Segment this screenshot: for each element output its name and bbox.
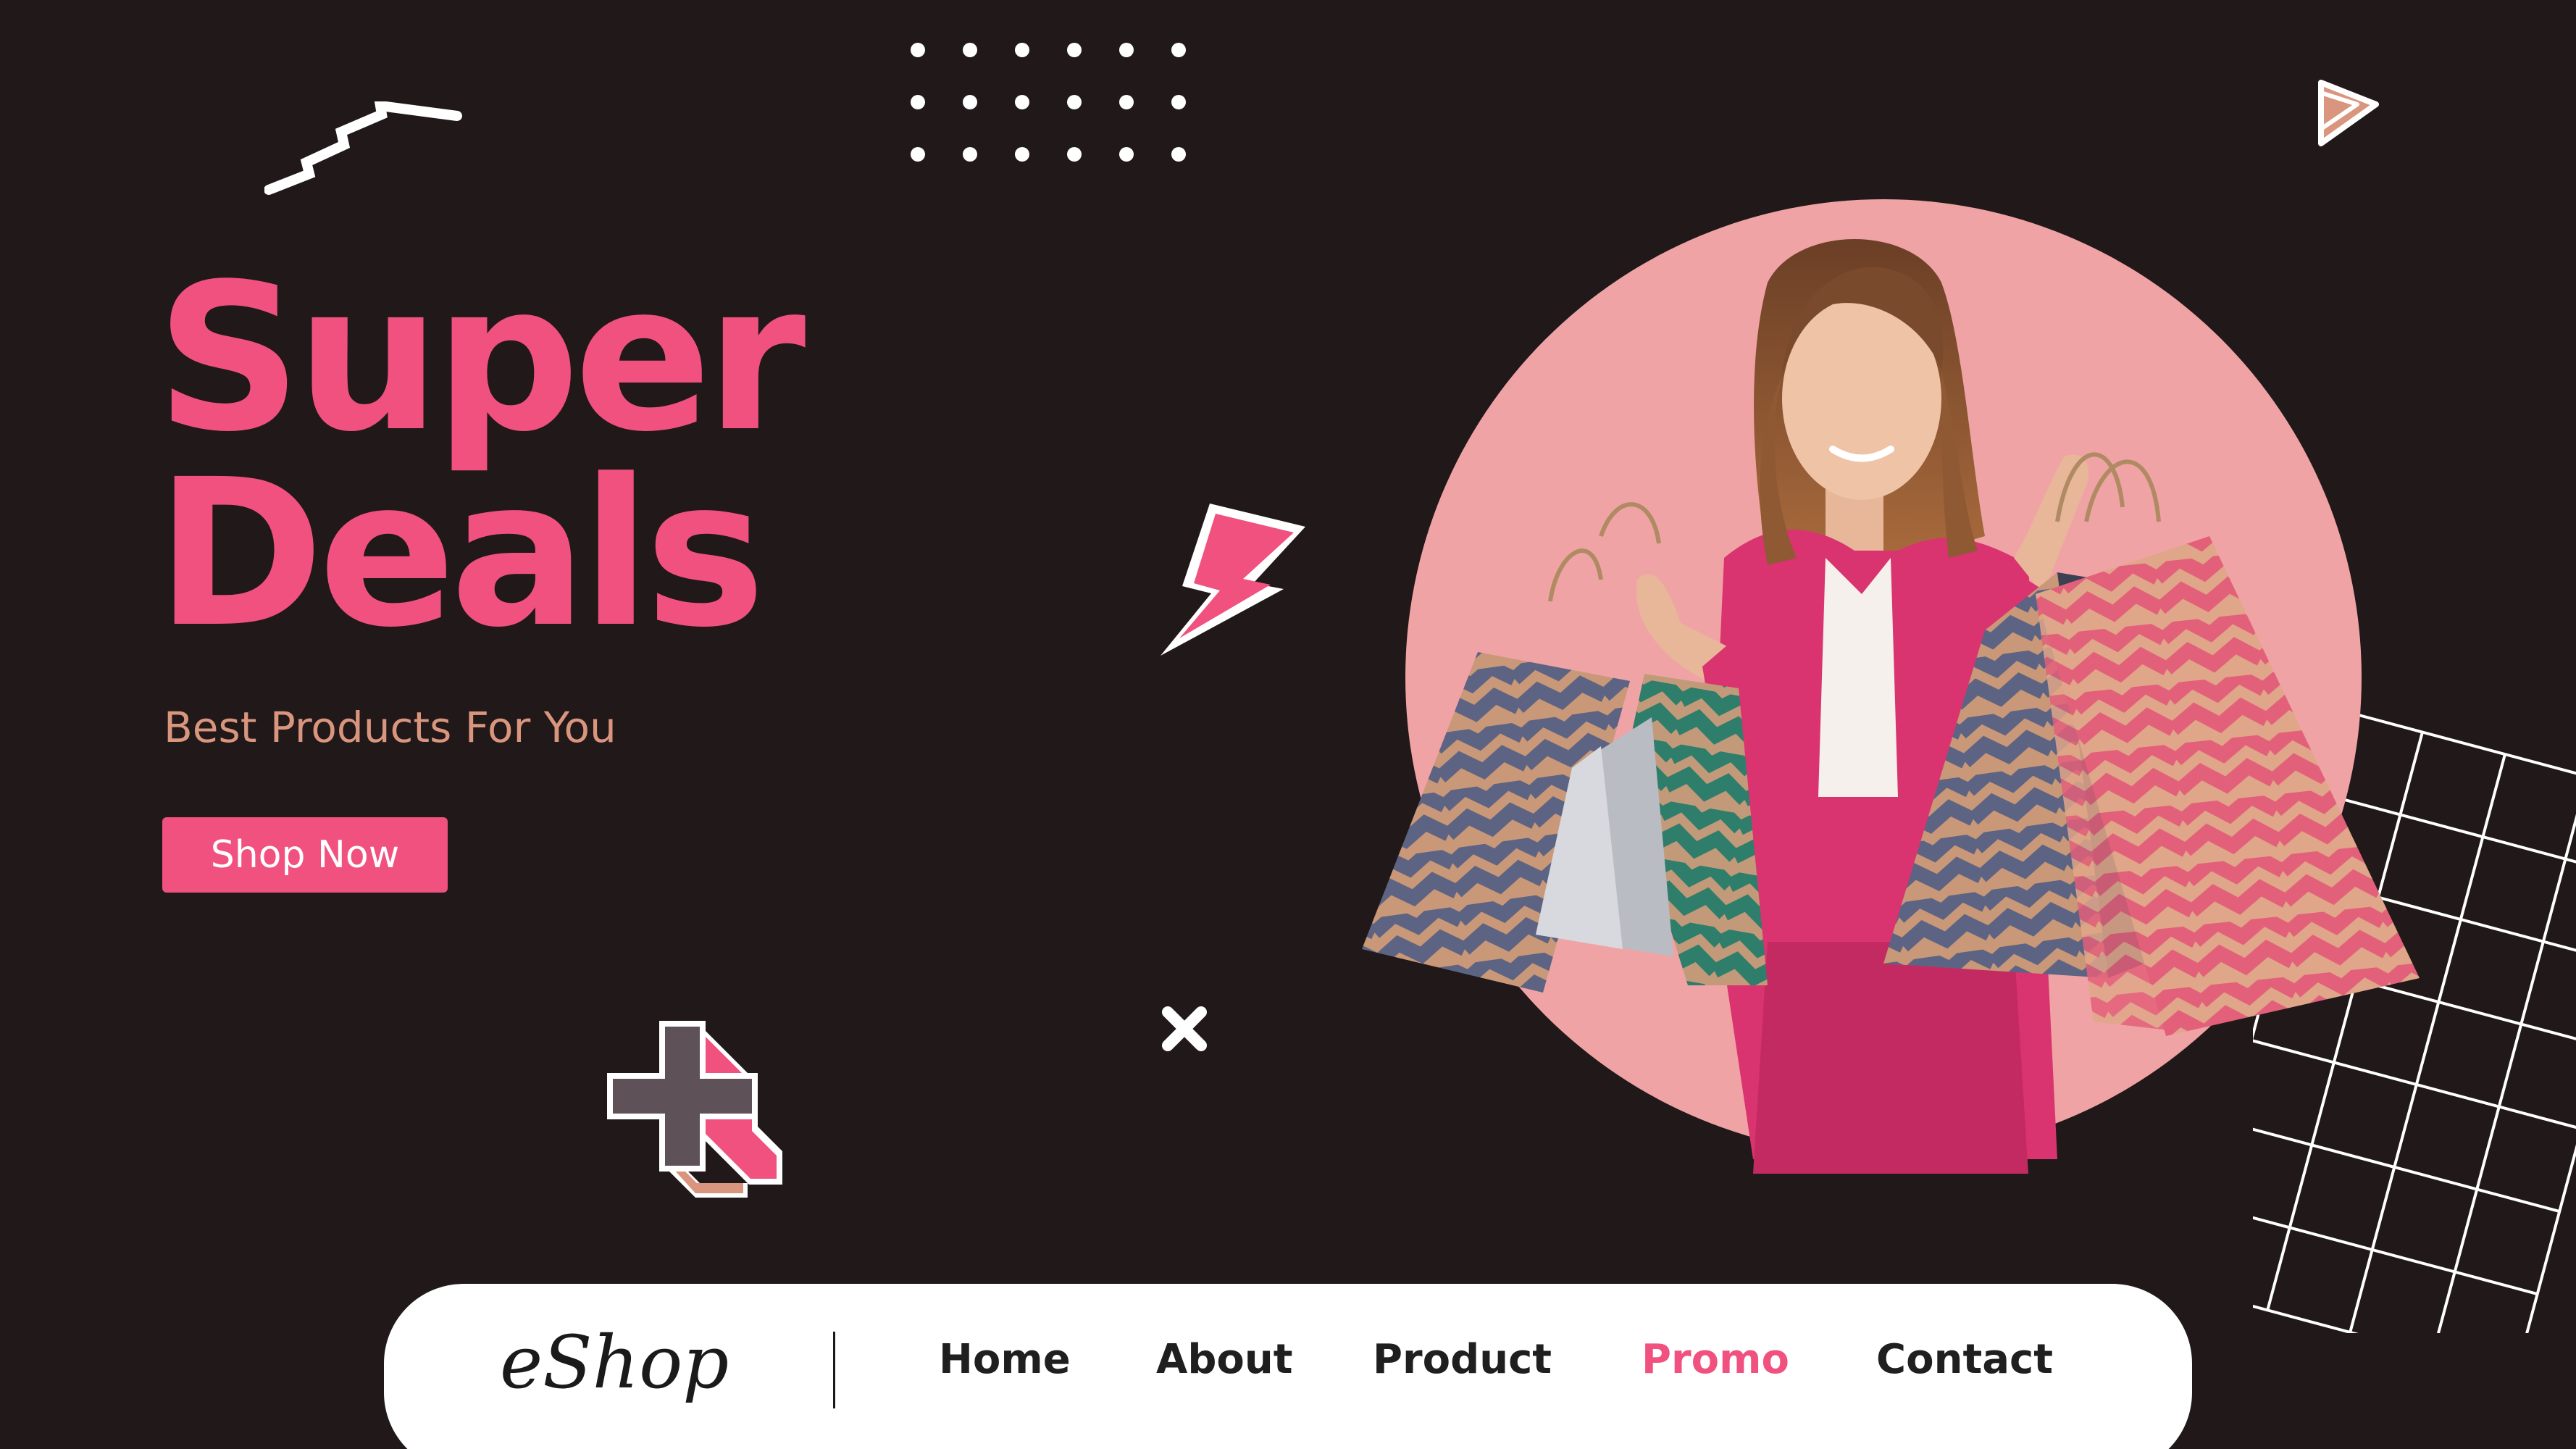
navbar: eShop Home About Product Promo Contact xyxy=(384,1284,2192,1449)
nav-item-product[interactable]: Product xyxy=(1373,1336,1552,1383)
grid-line xyxy=(2514,798,2576,1333)
woman-with-shopping-bags-image xyxy=(1362,239,2420,1174)
dot xyxy=(911,43,925,57)
dot xyxy=(1067,147,1082,162)
hero-title-line2: Deals xyxy=(156,436,766,672)
dot xyxy=(1015,43,1029,57)
nav-divider xyxy=(833,1332,835,1408)
grid-line xyxy=(2253,1203,2538,1295)
dot xyxy=(1119,43,1134,57)
nav-item-contact[interactable]: Contact xyxy=(1876,1336,2053,1383)
x-icon xyxy=(1162,1006,1207,1051)
hero-banner: Super Deals Best Products For You Shop N… xyxy=(0,0,2576,1449)
grid-line xyxy=(2431,776,2576,1333)
dot xyxy=(963,147,977,162)
dot xyxy=(911,95,925,109)
grid-line xyxy=(2253,1286,2516,1333)
zigzag-icon xyxy=(264,101,462,195)
dot xyxy=(963,43,977,57)
dot xyxy=(1067,95,1082,109)
nav-item-about[interactable]: About xyxy=(1156,1336,1293,1383)
dot xyxy=(1119,95,1134,109)
shop-now-button[interactable]: Shop Now xyxy=(162,817,448,893)
logo[interactable]: eShop xyxy=(500,1320,729,1405)
dot xyxy=(911,147,925,162)
dot xyxy=(1171,43,1186,57)
nav-item-promo[interactable]: Promo xyxy=(1642,1336,1789,1383)
dot xyxy=(1171,147,1186,162)
dot xyxy=(1171,95,1186,109)
play-icon xyxy=(2318,80,2379,146)
hero-title-line1: Super xyxy=(156,241,806,477)
hero-title: Super Deals xyxy=(156,241,806,672)
plus-icon xyxy=(607,1021,782,1198)
dot xyxy=(1015,147,1029,162)
dot-grid xyxy=(911,43,1186,162)
dot xyxy=(963,95,977,109)
nav-item-home[interactable]: Home xyxy=(939,1336,1071,1383)
dot xyxy=(1015,95,1029,109)
dot xyxy=(1119,147,1134,162)
dot xyxy=(1067,43,1082,57)
hero-subtitle: Best Products For You xyxy=(164,703,616,752)
lightning-bolt-icon xyxy=(1161,504,1305,656)
